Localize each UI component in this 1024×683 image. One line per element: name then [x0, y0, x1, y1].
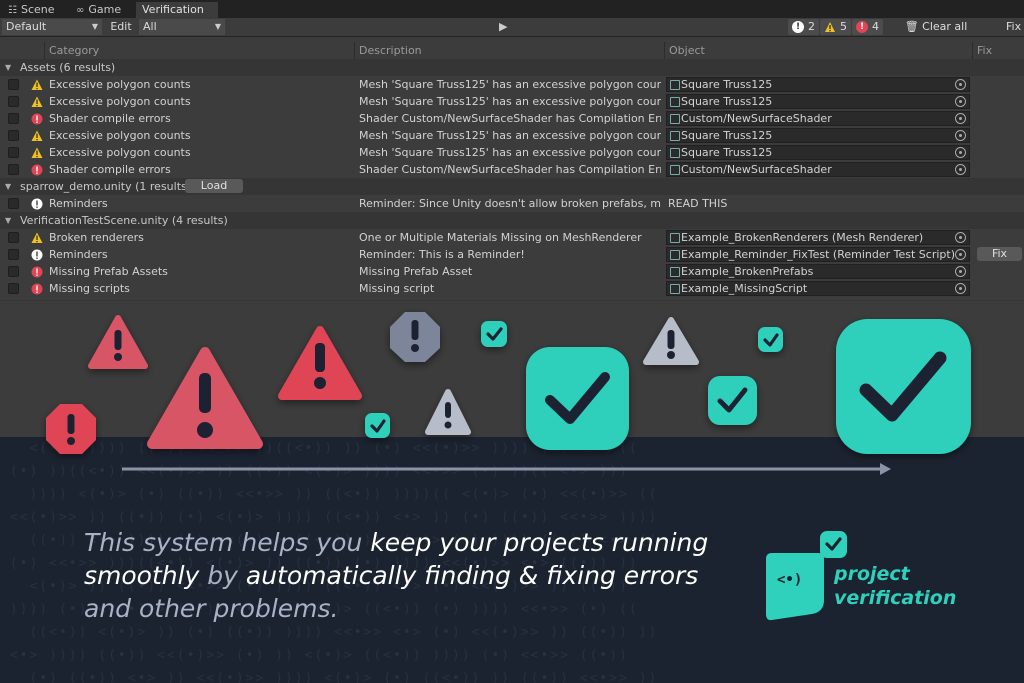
info-octagon-icon	[390, 312, 440, 362]
info-triangle-icon-2	[643, 317, 699, 365]
check-icon-medium	[708, 376, 757, 425]
tagline: This system helps you keep your projects…	[84, 528, 709, 623]
info-triangle-icon	[425, 389, 471, 435]
check-icon-xlarge	[836, 319, 971, 454]
logo-glyph: <•)	[777, 572, 802, 588]
check-icon-large	[526, 347, 629, 450]
error-triangle-icon	[278, 326, 362, 400]
error-octagon-icon	[46, 404, 96, 454]
progress-arrow	[122, 463, 891, 475]
large-warning-triangle-icon	[147, 347, 263, 449]
check-icon-small-2	[365, 413, 390, 438]
warning-triangle-icon	[88, 315, 148, 369]
check-icon-small-3	[758, 327, 783, 352]
check-icon-small	[481, 321, 507, 347]
brand-name: project verification	[834, 563, 957, 609]
